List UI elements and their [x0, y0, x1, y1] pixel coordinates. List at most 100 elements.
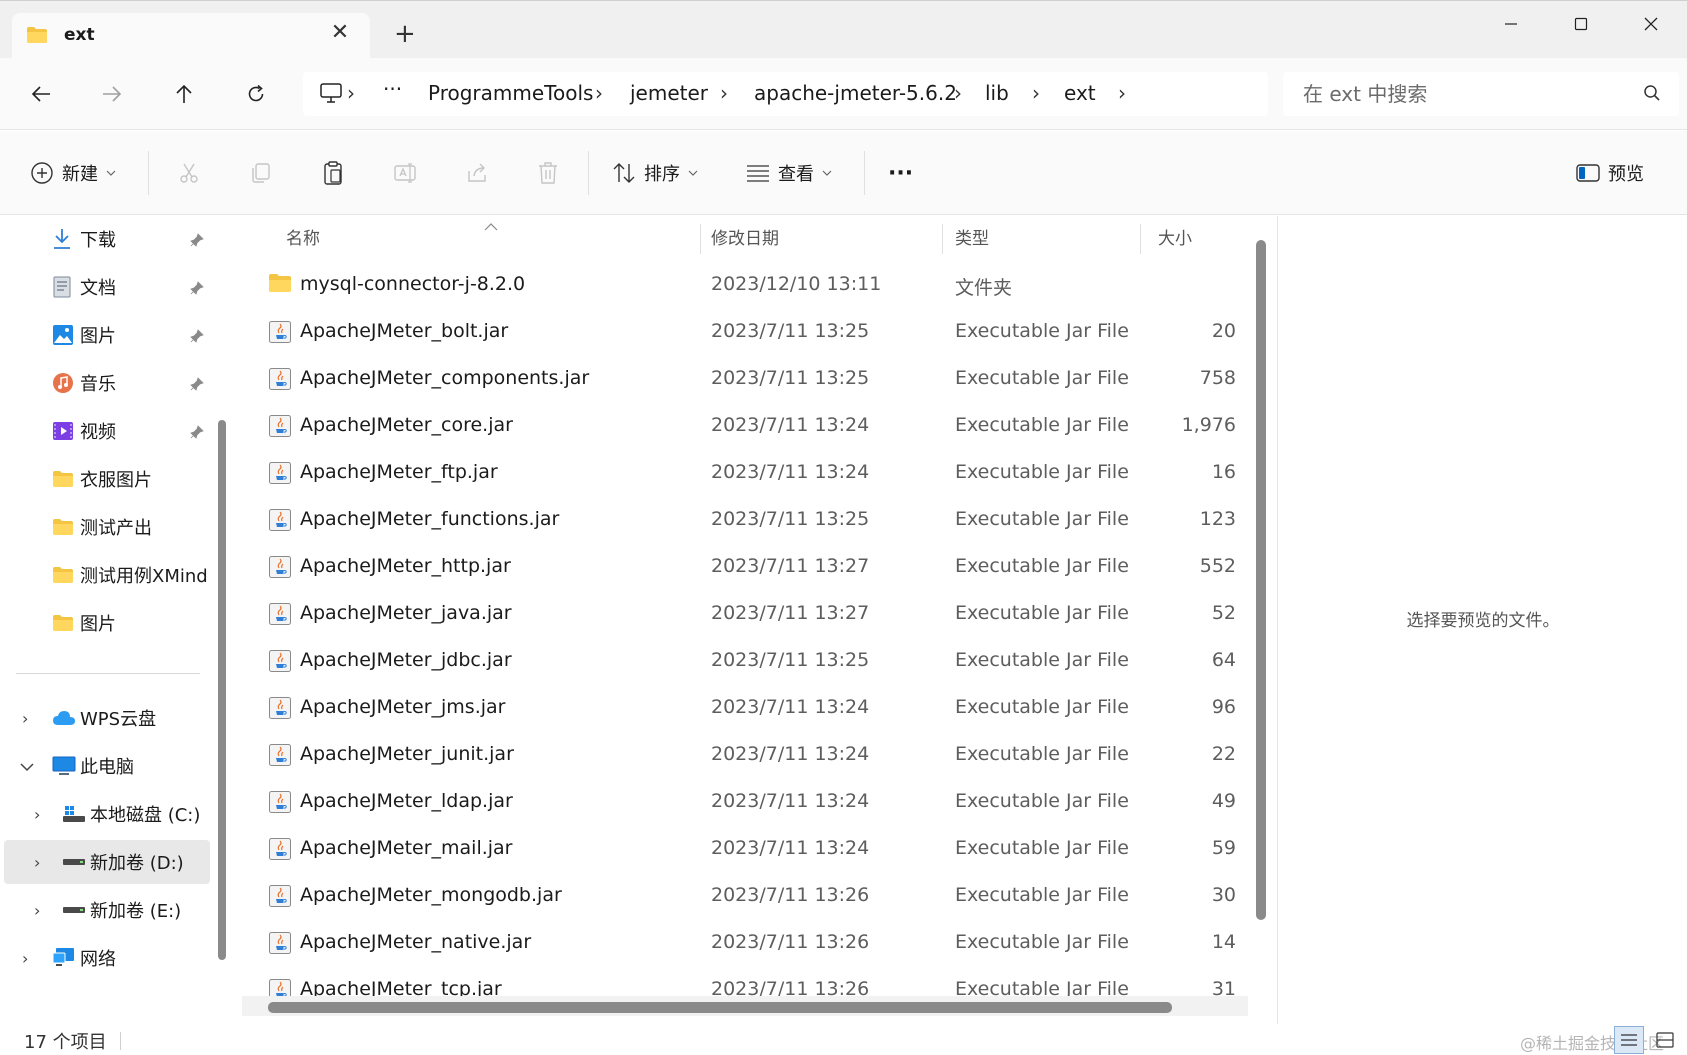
- sidebar-item-this-pc[interactable]: 此电脑: [4, 744, 210, 788]
- sidebar-item-drive-e[interactable]: › 新加卷 (E:): [4, 888, 210, 932]
- column-separator[interactable]: [1140, 224, 1141, 254]
- file-size: 123: [1199, 508, 1236, 530]
- table-row[interactable]: ApacheJMeter_ftp.jar 2023/7/11 13:24 Exe…: [236, 449, 1236, 496]
- delete-button[interactable]: [537, 157, 559, 189]
- tiles-view-button[interactable]: [1650, 1026, 1680, 1054]
- sidebar-item-documents[interactable]: 文档: [4, 265, 210, 309]
- computer-icon[interactable]: [319, 82, 343, 108]
- table-row[interactable]: ApacheJMeter_native.jar 2023/7/11 13:26 …: [236, 919, 1236, 966]
- sidebar-item-drive-d[interactable]: › 新加卷 (D:): [4, 840, 210, 884]
- breadcrumb-lib[interactable]: lib: [985, 81, 1009, 105]
- sidebar-item-pictures[interactable]: 图片: [4, 313, 210, 357]
- pin-icon[interactable]: [190, 375, 204, 396]
- sort-button[interactable]: 排序: [612, 157, 698, 189]
- pictures-icon: [52, 324, 74, 346]
- breadcrumb-chevron-icon[interactable]: ›: [347, 81, 355, 105]
- sidebar-item-network[interactable]: › 网络: [4, 936, 210, 980]
- breadcrumb-jemeter[interactable]: jemeter: [630, 81, 708, 105]
- table-row[interactable]: ApacheJMeter_ldap.jar 2023/7/11 13:24 Ex…: [236, 778, 1236, 825]
- sidebar-item-test-cases-xmind[interactable]: 测试用例XMind: [4, 553, 210, 597]
- sidebar-item-downloads[interactable]: 下载: [4, 217, 210, 261]
- sidebar-scrollbar[interactable]: [218, 420, 226, 960]
- sidebar-item-pictures-folder[interactable]: 图片: [4, 601, 210, 645]
- column-header-modified[interactable]: 修改日期: [711, 216, 779, 256]
- details-view-icon: [1621, 1034, 1637, 1046]
- breadcrumb-ext[interactable]: ext: [1064, 81, 1096, 105]
- search-box[interactable]: [1283, 72, 1679, 116]
- search-input[interactable]: [1303, 80, 1623, 108]
- search-icon[interactable]: [1643, 84, 1661, 106]
- sidebar-item-music[interactable]: 音乐: [4, 361, 210, 405]
- sidebar-item-wps-cloud[interactable]: › WPS云盘: [4, 696, 210, 740]
- table-row[interactable]: ApacheJMeter_http.jar 2023/7/11 13:27 Ex…: [236, 543, 1236, 590]
- table-row[interactable]: ApacheJMeter_mail.jar 2023/7/11 13:24 Ex…: [236, 825, 1236, 872]
- table-row[interactable]: ApacheJMeter_components.jar 2023/7/11 13…: [236, 355, 1236, 402]
- column-separator[interactable]: [700, 224, 701, 254]
- more-options-button[interactable]: ···: [888, 157, 913, 189]
- pin-icon[interactable]: [190, 423, 204, 444]
- sidebar-item-drive-c[interactable]: › 本地磁盘 (C:): [4, 792, 210, 836]
- preview-pane-button[interactable]: 预览: [1576, 157, 1644, 189]
- sidebar-item-test-output[interactable]: 测试产出: [4, 505, 210, 549]
- view-button[interactable]: 查看: [746, 157, 832, 189]
- forward-button[interactable]: [92, 76, 132, 112]
- new-button[interactable]: 新建: [30, 157, 116, 189]
- new-tab-button[interactable]: +: [394, 21, 416, 47]
- pin-icon[interactable]: [190, 231, 204, 252]
- file-size: 30: [1211, 884, 1236, 906]
- breadcrumb-programmetools[interactable]: ProgrammeTools: [428, 81, 593, 105]
- table-row[interactable]: mysql-connector-j-8.2.0 2023/12/10 13:11…: [236, 261, 1236, 308]
- table-row[interactable]: ApacheJMeter_functions.jar 2023/7/11 13:…: [236, 496, 1236, 543]
- chevron-right-icon[interactable]: ›: [34, 901, 40, 920]
- horizontal-scrollbar-thumb[interactable]: [268, 1002, 1172, 1013]
- column-header-size[interactable]: 大小: [1158, 216, 1192, 256]
- sidebar-item-clothes-pictures[interactable]: 衣服图片: [4, 457, 210, 501]
- column-separator[interactable]: [942, 224, 943, 254]
- breadcrumb-chevron-icon[interactable]: ›: [720, 81, 728, 105]
- file-size: 59: [1211, 837, 1236, 859]
- share-button[interactable]: [465, 157, 489, 189]
- breadcrumb-chevron-icon[interactable]: ›: [1118, 81, 1126, 105]
- chevron-right-icon[interactable]: ›: [34, 805, 40, 824]
- file-modified: 2023/7/11 13:24: [711, 837, 870, 859]
- sidebar-item-label: 新加卷 (E:): [90, 901, 182, 922]
- file-list-vertical-scrollbar[interactable]: [1256, 240, 1266, 920]
- breadcrumb-apache-jmeter[interactable]: apache-jmeter-5.6.2: [754, 81, 957, 105]
- chevron-right-icon[interactable]: ›: [34, 853, 40, 872]
- paste-button[interactable]: [321, 157, 345, 189]
- address-bar[interactable]: › ··· ProgrammeTools › jemeter › apache-…: [303, 72, 1268, 116]
- table-row[interactable]: ApacheJMeter_jms.jar 2023/7/11 13:24 Exe…: [236, 684, 1236, 731]
- up-button[interactable]: [164, 76, 204, 112]
- minimize-button[interactable]: [1488, 9, 1534, 39]
- table-row[interactable]: ApacheJMeter_mongodb.jar 2023/7/11 13:26…: [236, 872, 1236, 919]
- chevron-right-icon[interactable]: ›: [22, 949, 28, 968]
- chevron-down-icon[interactable]: [20, 757, 34, 776]
- details-view-button[interactable]: [1614, 1026, 1644, 1054]
- rename-button[interactable]: [393, 157, 419, 189]
- tab-ext[interactable]: ext ✕: [12, 13, 370, 59]
- sidebar-item-videos[interactable]: 视频: [4, 409, 210, 453]
- refresh-button[interactable]: [236, 76, 276, 112]
- column-header-type[interactable]: 类型: [955, 216, 989, 256]
- table-row[interactable]: ApacheJMeter_junit.jar 2023/7/11 13:24 E…: [236, 731, 1236, 778]
- folder-icon: [26, 26, 48, 48]
- chevron-right-icon[interactable]: ›: [22, 709, 28, 728]
- copy-button[interactable]: [249, 157, 273, 189]
- breadcrumb-chevron-icon[interactable]: ›: [595, 81, 603, 105]
- back-button[interactable]: [21, 76, 61, 112]
- cut-button[interactable]: [177, 157, 201, 189]
- close-window-button[interactable]: [1628, 9, 1674, 39]
- breadcrumb-chevron-icon[interactable]: ›: [954, 81, 962, 105]
- column-header-name[interactable]: 名称: [286, 216, 320, 256]
- breadcrumb-overflow[interactable]: ···: [383, 77, 402, 101]
- table-row[interactable]: ApacheJMeter_core.jar 2023/7/11 13:24 Ex…: [236, 402, 1236, 449]
- file-size: 52: [1211, 602, 1236, 624]
- maximize-button[interactable]: [1558, 9, 1604, 39]
- tab-close-button[interactable]: ✕: [328, 21, 352, 45]
- pin-icon[interactable]: [190, 279, 204, 300]
- pin-icon[interactable]: [190, 327, 204, 348]
- table-row[interactable]: ApacheJMeter_jdbc.jar 2023/7/11 13:25 Ex…: [236, 637, 1236, 684]
- table-row[interactable]: ApacheJMeter_bolt.jar 2023/7/11 13:25 Ex…: [236, 308, 1236, 355]
- breadcrumb-chevron-icon[interactable]: ›: [1032, 81, 1040, 105]
- table-row[interactable]: ApacheJMeter_java.jar 2023/7/11 13:27 Ex…: [236, 590, 1236, 637]
